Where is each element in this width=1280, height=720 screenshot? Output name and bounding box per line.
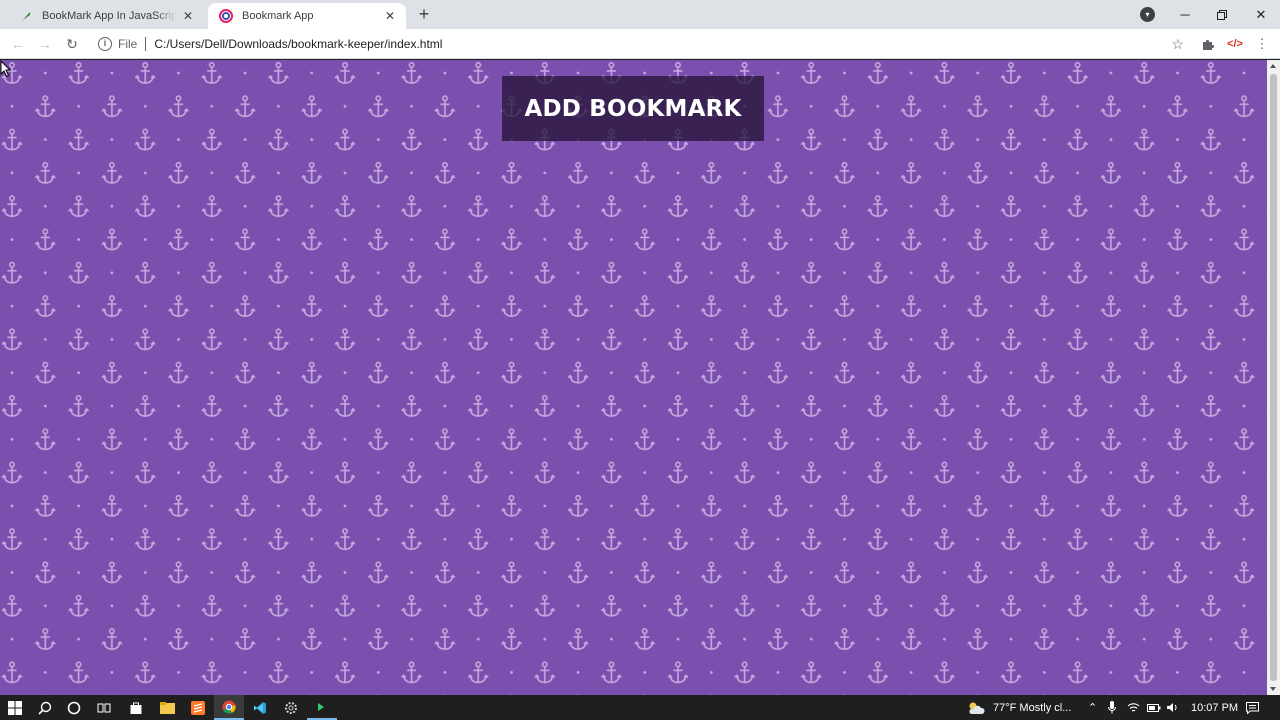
vscode-icon[interactable] <box>245 695 275 720</box>
extensions-puzzle-icon[interactable] <box>1198 34 1218 54</box>
chrome-icon[interactable] <box>214 695 244 720</box>
page-viewport: ADD BOOKMARK <box>0 60 1267 695</box>
terminal-icon[interactable] <box>307 695 337 720</box>
address-scheme: File <box>118 37 138 51</box>
tab-title: Bookmark App <box>242 10 314 22</box>
weather-text[interactable]: 77°F Mostly cl... <box>993 695 1071 720</box>
browser-toolbar: ← → ↻ i File C:/Users/Dell/Downloads/boo… <box>0 29 1280 59</box>
cortana-icon[interactable] <box>59 695 89 720</box>
back-arrow-icon[interactable]: ← <box>8 34 28 54</box>
info-icon[interactable]: i <box>98 37 112 51</box>
search-icon[interactable] <box>30 695 60 720</box>
settings-gear-icon[interactable] <box>276 695 306 720</box>
notification-center-icon[interactable] <box>1246 695 1259 720</box>
address-bar[interactable]: i File C:/Users/Dell/Downloads/bookmark-… <box>88 31 1192 57</box>
weather-cloud-icon[interactable] <box>967 695 985 720</box>
bookmark-star-icon[interactable]: ☆ <box>1171 36 1184 52</box>
mouse-cursor-icon <box>0 60 12 78</box>
file-explorer-icon[interactable] <box>152 695 182 720</box>
menu-kebab-icon[interactable]: ⋮ <box>1252 34 1272 54</box>
maximize-button[interactable] <box>1203 0 1241 29</box>
tab-title: BookMark App In JavaScript Wit <box>42 10 176 22</box>
microphone-icon[interactable] <box>1108 695 1116 720</box>
tab-bookmark-tutorial[interactable]: BookMark App In JavaScript Wit ✕ <box>8 3 204 29</box>
close-tab-icon[interactable]: ✕ <box>382 8 398 24</box>
forward-arrow-icon[interactable]: → <box>35 34 55 54</box>
close-window-button[interactable]: ✕ <box>1242 0 1280 29</box>
close-tab-icon[interactable]: ✕ <box>180 8 196 24</box>
clock-time[interactable]: 10:07 PM <box>1191 695 1238 720</box>
show-hidden-icons-chevron-icon[interactable]: ⌃ <box>1088 695 1097 720</box>
anchor-pattern-background <box>0 60 1267 695</box>
tab-bookmark-app[interactable]: Bookmark App ✕ <box>208 3 406 29</box>
wifi-icon[interactable] <box>1127 695 1140 720</box>
scroll-up-arrow-icon[interactable] <box>1270 64 1276 68</box>
page-scrollbar[interactable] <box>1267 60 1280 695</box>
store-icon[interactable] <box>121 695 151 720</box>
scrollbar-thumb[interactable] <box>1270 74 1277 681</box>
address-url[interactable]: C:/Users/Dell/Downloads/bookmark-keeper/… <box>154 37 442 51</box>
app-logo-icon <box>218 8 234 24</box>
windows-start-icon[interactable] <box>0 695 30 720</box>
reload-icon[interactable]: ↻ <box>62 34 82 54</box>
task-view-icon[interactable] <box>89 695 119 720</box>
minimize-button[interactable]: ─ <box>1166 0 1204 29</box>
code-tag-icon[interactable]: </> <box>1225 34 1245 54</box>
add-bookmark-button[interactable]: ADD BOOKMARK <box>502 76 764 141</box>
battery-icon[interactable] <box>1147 695 1161 720</box>
volume-icon[interactable] <box>1166 695 1179 720</box>
windows-taskbar: 77°F Mostly cl... ⌃ 10:07 PM <box>0 695 1280 720</box>
feather-icon <box>18 8 34 24</box>
new-tab-button[interactable]: + <box>414 5 434 25</box>
sublime-text-icon[interactable] <box>183 695 213 720</box>
address-divider <box>145 37 147 51</box>
tab-strip: BookMark App In JavaScript Wit ✕ Bookmar… <box>0 0 1280 29</box>
scroll-down-arrow-icon[interactable] <box>1270 687 1276 691</box>
tab-search-icon[interactable]: ▾ <box>1140 7 1155 22</box>
